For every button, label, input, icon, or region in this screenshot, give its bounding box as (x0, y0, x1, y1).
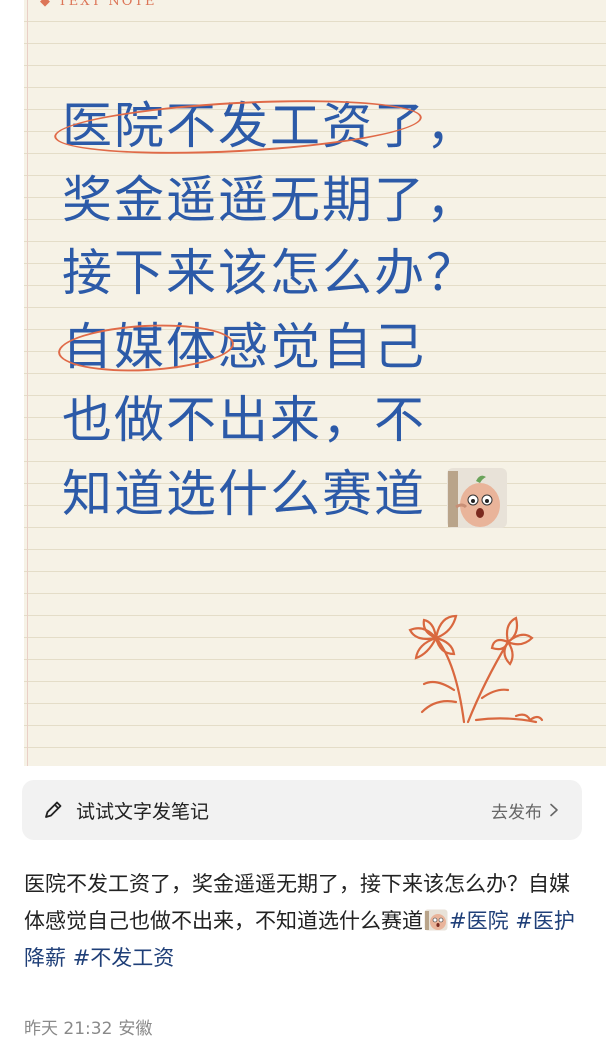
handwriting-line-5: 也做不出来，不 (62, 391, 426, 450)
post-location: 安徽 (118, 1019, 153, 1039)
pencil-icon (42, 799, 64, 821)
hashtag-link[interactable]: #医院 (449, 909, 509, 933)
hashtag-link[interactable]: #不发工资 (73, 946, 175, 970)
handwriting-line-1: 医院不发工资了， (52, 90, 508, 164)
note-margin-line (27, 0, 28, 766)
handwriting-line-3: 接下来该怎么办？ (62, 244, 478, 303)
handwriting-text-block: 医院不发工资了， 奖金遥遥无期了， 接下来该怎么办？ 自媒体感觉自己 也做不出来… (52, 90, 508, 532)
chevron-right-icon (550, 803, 558, 817)
note-image-card[interactable]: ◆ TEXT NOTE 医院不发工资了， 奖金遥遥无期了， 接下来该怎么办？ 自… (24, 0, 606, 766)
handwriting-line-4: 自媒体感觉自己 (56, 311, 508, 385)
peeking-bean-emoji-icon (424, 909, 448, 931)
handwriting-line-6: 知道选什么赛道 (62, 458, 508, 532)
try-text-note-bar[interactable]: 试试文字发笔记 去发布 (22, 780, 582, 840)
peeking-bean-emoji-icon (446, 467, 507, 528)
post-time: 昨天 21:32 (24, 1019, 113, 1039)
post-meta: 昨天 21:32 安徽 (24, 1014, 152, 1039)
post-description: 医院不发工资了，奖金遥遥无期了，接下来该怎么办？自媒体感觉自己也做不出来，不知道… (24, 866, 584, 977)
go-publish-button[interactable]: 去发布 (491, 798, 560, 823)
go-publish-label: 去发布 (491, 802, 542, 823)
note-header: ◆ TEXT NOTE (40, 0, 157, 9)
handwriting-line-2: 奖金遥遥无期了， (62, 170, 478, 229)
try-text-note-label: 试试文字发笔记 (76, 800, 210, 823)
flower-doodle-icon (408, 614, 544, 724)
